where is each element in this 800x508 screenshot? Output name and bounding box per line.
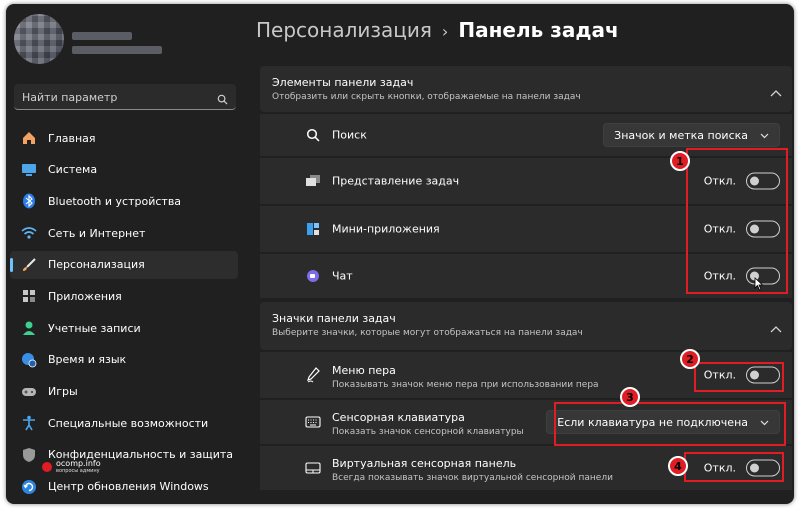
annotation-badge-1: 1 (670, 151, 690, 171)
sidebar-item-personalization[interactable]: Персонализация (10, 250, 238, 279)
row-subtitle: Показывать значок меню пера при использо… (332, 380, 599, 390)
account-icon (20, 319, 38, 337)
sidebar: Главная Система Bluetooth и устройства С… (6, 4, 246, 504)
annotation-badge-3: 3 (620, 387, 640, 407)
task-view-icon (304, 173, 322, 189)
row-label: Мини-приложения (332, 222, 440, 236)
watermark-logo: ocomp.info вопросы админу (42, 460, 101, 474)
wifi-icon (20, 224, 38, 242)
globe-clock-icon (20, 351, 38, 369)
annotation-badge-4: 4 (668, 456, 688, 476)
sidebar-item-bluetooth[interactable]: Bluetooth и устройства (10, 187, 238, 215)
section-taskbar-items-header[interactable]: Элементы панели задач Отобразить или скр… (260, 66, 792, 112)
gamepad-icon (20, 383, 38, 401)
sidebar-item-label: Персонализация (48, 258, 145, 272)
sidebar-item-system[interactable]: Система (10, 156, 238, 184)
search-input[interactable] (22, 88, 202, 106)
sidebar-item-label: Система (48, 163, 98, 177)
sidebar-item-label: Игры (48, 385, 78, 398)
home-icon (20, 129, 38, 147)
sidebar-nav: Главная Система Bluetooth и устройства С… (10, 124, 238, 504)
sidebar-item-label: Учетные записи (48, 321, 141, 335)
keyboard-icon (304, 414, 322, 430)
user-profile[interactable] (14, 14, 234, 70)
breadcrumb: Персонализация › Панель задач (256, 18, 619, 42)
sidebar-item-label: Сеть и Интернет (48, 226, 146, 240)
row-label: Поиск (332, 128, 367, 142)
annotation-badge-2: 2 (680, 349, 700, 369)
watermark-title: ocomp.info (56, 459, 101, 468)
annotation-box-3 (554, 402, 786, 446)
section-title: Элементы панели задач (272, 76, 414, 89)
sidebar-item-home[interactable]: Главная (10, 124, 238, 152)
blurred-email (72, 46, 162, 54)
sidebar-item-label: Bluetooth и устройства (48, 194, 182, 208)
row-subtitle: Показать значок сенсорной клавиатуры (332, 427, 524, 437)
section-title: Значки панели задач (272, 312, 396, 325)
row-subtitle: Всегда показывать значок виртуальной сен… (332, 473, 613, 483)
chevron-up-icon[interactable] (770, 82, 782, 101)
sidebar-item-time-language[interactable]: Время и язык (10, 346, 238, 374)
chevron-down-icon (760, 129, 769, 142)
update-icon (20, 478, 38, 496)
search-mode-dropdown[interactable]: Значок и метка поиска (603, 123, 780, 147)
dropdown-value: Значок и метка поиска (614, 128, 748, 142)
watermark-icon (42, 462, 52, 472)
section-subtitle: Выберите значки, которые могут отображат… (272, 328, 583, 338)
sidebar-item-gaming[interactable]: Игры (10, 378, 238, 406)
sidebar-item-label: Приложения (48, 289, 122, 303)
search-icon[interactable] (217, 90, 228, 109)
search-box[interactable] (14, 84, 236, 110)
row-title: Сенсорная клавиатура (332, 411, 465, 424)
row-label: Представление задач (332, 174, 460, 188)
bluetooth-icon (20, 192, 38, 210)
annotation-box-1 (686, 148, 788, 294)
sidebar-item-apps[interactable]: Приложения (10, 282, 238, 310)
apps-icon (20, 287, 38, 305)
sidebar-item-windows-update[interactable]: Центр обновления Windows (10, 473, 238, 501)
row-label: Чат (332, 269, 353, 283)
sidebar-item-accounts[interactable]: Учетные записи (10, 314, 238, 342)
search-icon (304, 127, 322, 143)
system-icon (20, 161, 38, 179)
section-taskbar-icons-header[interactable]: Значки панели задач Выберите значки, кот… (260, 302, 792, 350)
widgets-icon (304, 221, 322, 237)
sidebar-item-label: Специальные возможности (48, 416, 209, 430)
touchpad-icon (304, 460, 322, 476)
row-title: Меню пера (332, 364, 396, 377)
annotation-box-4 (684, 452, 784, 482)
section-subtitle: Отобразить или скрыть кнопки, отображаем… (272, 92, 581, 102)
sidebar-item-label: Главная (48, 131, 96, 145)
chevron-up-icon[interactable] (770, 318, 782, 337)
pen-icon (304, 367, 322, 383)
blurred-username (72, 32, 132, 40)
avatar (14, 14, 64, 64)
sidebar-item-label: Центр обновления Windows (48, 480, 209, 494)
brush-icon (20, 256, 38, 274)
page-title: Панель задач (458, 18, 619, 42)
sidebar-item-label: Время и язык (48, 353, 127, 367)
breadcrumb-parent[interactable]: Персонализация (256, 18, 432, 42)
breadcrumb-separator: › (441, 22, 449, 41)
shield-icon (20, 446, 38, 464)
accessibility-icon (20, 414, 38, 432)
row-title: Виртуальная сенсорная панель (332, 457, 517, 470)
sidebar-item-network[interactable]: Сеть и Интернет (10, 219, 238, 247)
watermark-subtitle: вопросы админу (56, 468, 100, 474)
chat-icon (304, 268, 322, 284)
annotation-box-2 (694, 362, 784, 392)
sidebar-item-accessibility[interactable]: Специальные возможности (10, 409, 238, 437)
